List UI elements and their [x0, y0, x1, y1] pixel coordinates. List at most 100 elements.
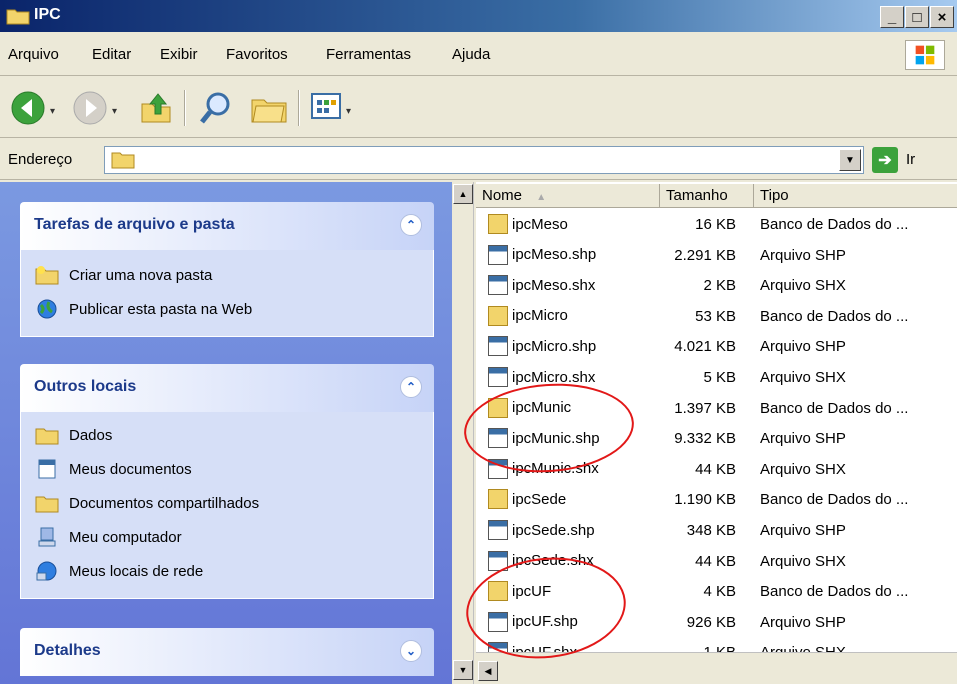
file-name-cell: ipcMicro	[488, 305, 568, 326]
menu-favoritos[interactable]: Favoritos	[226, 46, 288, 63]
address-dropdown-button[interactable]: ▼	[839, 149, 861, 171]
file-size: 2.291 KB	[674, 246, 736, 264]
file-type: Banco de Dados do ...	[760, 307, 909, 325]
place-my-documents[interactable]: Meus documentos	[21, 452, 433, 486]
file-type: Arquivo SHP	[760, 430, 846, 448]
title-bar[interactable]: IPC _ □ ×	[0, 0, 957, 32]
file-name-cell: ipcSede	[488, 489, 566, 510]
panel-body: Dados Meus documentos Documentos compart…	[20, 412, 434, 599]
file-name-cell: ipcMeso.shp	[488, 244, 597, 265]
expand-chevron-icon[interactable]: ⌄	[400, 640, 422, 662]
shp-icon	[488, 336, 508, 357]
address-input[interactable]: ▼	[104, 146, 864, 174]
column-label: Tamanho	[666, 187, 728, 204]
file-name: ipcSede.shp	[512, 521, 595, 539]
back-icon[interactable]	[10, 90, 46, 126]
panel-header[interactable]: Tarefas de arquivo e pasta ⌃	[20, 202, 434, 250]
menu-bar: Arquivo Editar Exibir Favoritos Ferramen…	[0, 34, 957, 76]
shx-icon	[488, 367, 508, 387]
file-name: ipcMeso.shp	[512, 246, 597, 264]
file-type: Arquivo SHP	[760, 338, 846, 356]
file-type: Banco de Dados do ...	[760, 583, 909, 601]
task-label: Criar uma nova pasta	[69, 266, 213, 284]
file-size: 348 KB	[686, 522, 736, 539]
file-type: Arquivo SHP	[760, 522, 846, 539]
search-icon[interactable]	[198, 90, 234, 126]
sort-ascending-icon: ▲	[536, 192, 547, 203]
file-size: 53 KB	[695, 307, 736, 325]
file-size: 2 KB	[703, 277, 736, 295]
column-label: Tipo	[760, 187, 789, 204]
panel-body: Criar uma nova pasta Publicar esta pasta…	[20, 250, 434, 337]
panel-header[interactable]: Outros locais ⌃	[20, 364, 434, 412]
views-dropdown-icon[interactable]: ▾	[346, 106, 351, 117]
menu-arquivo[interactable]: Arquivo	[8, 46, 59, 63]
file-row[interactable]: ipcMicro 53 KB Banco de Dados do ...	[476, 302, 957, 330]
dbf-icon	[488, 214, 508, 234]
maximize-button[interactable]: □	[905, 6, 929, 28]
file-type: Arquivo SHX	[760, 277, 846, 295]
menu-ferramentas[interactable]: Ferramentas	[326, 46, 411, 63]
file-tasks-panel: Tarefas de arquivo e pasta ⌃ Criar uma n…	[20, 202, 434, 337]
scroll-up-arrow-icon[interactable]: ▲	[453, 184, 473, 204]
place-network[interactable]: Meus locais de rede	[21, 554, 433, 588]
file-name: ipcMeso.shx	[512, 276, 596, 294]
scroll-left-arrow-icon[interactable]: ◀	[478, 661, 498, 681]
windows-logo-icon	[905, 40, 945, 70]
file-row[interactable]: ipcMeso 16 KB Banco de Dados do ...	[476, 210, 957, 238]
place-shared-documents[interactable]: Documentos compartilhados	[21, 486, 433, 520]
up-folder-icon[interactable]	[138, 90, 174, 126]
views-icon[interactable]	[310, 90, 344, 122]
explorer-window: IPC _ □ × Arquivo Editar Exibir Favorito…	[0, 0, 957, 684]
file-type: Banco de Dados do ...	[760, 399, 909, 417]
menu-editar[interactable]: Editar	[92, 46, 131, 63]
task-publish-web[interactable]: Publicar esta pasta na Web	[21, 292, 433, 326]
column-header-size[interactable]: Tamanho	[660, 184, 754, 208]
place-label: Dados	[69, 426, 113, 444]
collapse-chevron-icon[interactable]: ⌃	[400, 376, 422, 398]
dbf-icon	[488, 305, 508, 326]
file-name: ipcMeso	[512, 215, 568, 233]
folders-icon[interactable]	[250, 90, 288, 126]
file-row[interactable]: ipcMeso.shx 2 KB Arquivo SHX	[476, 271, 957, 299]
file-type: Arquivo SHP	[760, 246, 846, 264]
file-row[interactable]: ipcSede.shp 348 KB Arquivo SHP	[476, 516, 957, 544]
forward-dropdown-icon[interactable]: ▾	[112, 106, 117, 117]
collapse-chevron-icon[interactable]: ⌃	[400, 214, 422, 236]
go-button-label[interactable]: Ir	[906, 151, 915, 168]
file-type: Arquivo SHX	[760, 552, 846, 570]
file-size: 16 KB	[695, 216, 736, 233]
go-arrow-icon[interactable]: ➔	[872, 147, 898, 173]
task-new-folder[interactable]: Criar uma nova pasta	[21, 258, 433, 292]
file-name: ipcMicro.shp	[512, 337, 597, 355]
network-globe-icon	[36, 561, 57, 581]
place-my-computer[interactable]: Meu computador	[21, 520, 433, 554]
place-label: Meus locais de rede	[69, 562, 204, 580]
panel-title: Detalhes	[34, 642, 101, 659]
minimize-button[interactable]: _	[880, 6, 904, 28]
toolbar-separator	[184, 90, 186, 126]
file-type: Arquivo SHX	[760, 369, 846, 386]
file-row[interactable]: ipcMicro.shp 4.021 KB Arquivo SHP	[476, 332, 957, 360]
column-header-name[interactable]: Nome ▲	[476, 184, 660, 208]
panel-header[interactable]: Detalhes ⌄	[20, 628, 434, 676]
place-label: Documentos compartilhados	[69, 494, 260, 512]
close-button[interactable]: ×	[930, 6, 954, 28]
other-places-panel: Outros locais ⌃ Dados Meus documentos Do…	[20, 364, 434, 599]
globe-icon	[37, 299, 57, 319]
file-row[interactable]: ipcSede 1.190 KB Banco de Dados do ...	[476, 485, 957, 513]
column-header-type[interactable]: Tipo	[754, 184, 957, 208]
forward-icon[interactable]	[72, 90, 108, 126]
scroll-down-arrow-icon[interactable]: ▼	[453, 660, 473, 680]
menu-ajuda[interactable]: Ajuda	[452, 46, 490, 63]
file-row[interactable]: ipcMeso.shp 2.291 KB Arquivo SHP	[476, 241, 957, 269]
window-title: IPC	[34, 6, 61, 23]
address-bar: Endereço ▼ ➔ Ir	[0, 140, 957, 180]
place-dados[interactable]: Dados	[21, 418, 433, 452]
file-size: 926 KB	[686, 613, 736, 631]
shp-icon	[488, 244, 508, 265]
file-size: 5 KB	[703, 369, 736, 386]
menu-exibir[interactable]: Exibir	[160, 46, 198, 63]
back-dropdown-icon[interactable]: ▾	[50, 106, 55, 117]
address-label: Endereço	[8, 151, 73, 168]
